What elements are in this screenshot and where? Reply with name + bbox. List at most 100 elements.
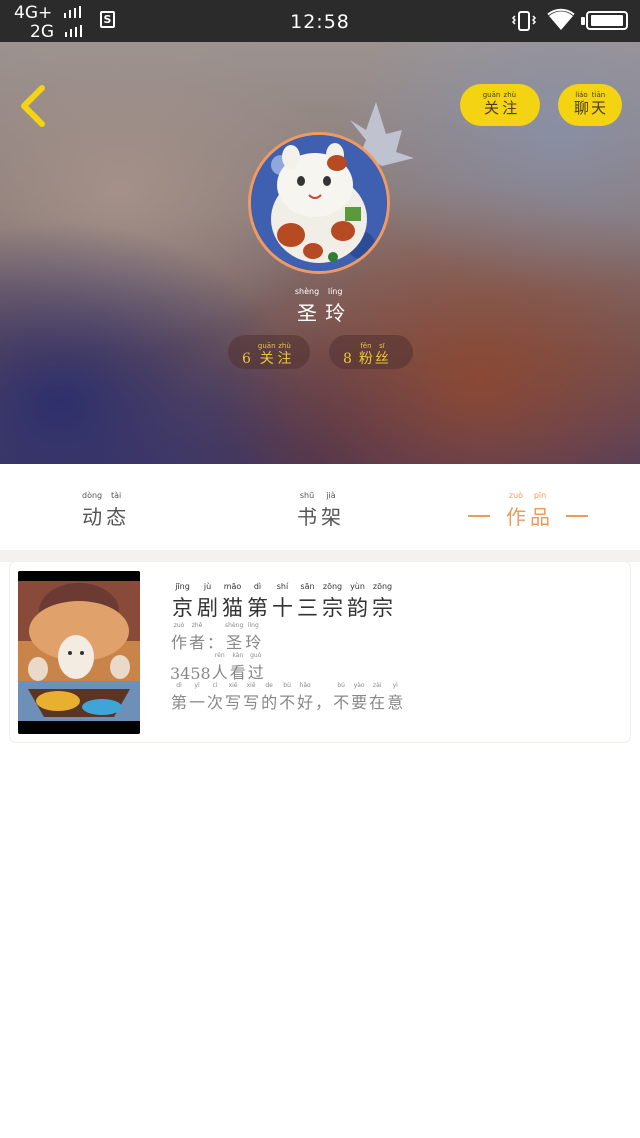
ruby-char: hǎo 好 (297, 682, 313, 713)
follow-button-label: guān 关 zhù 注 (460, 91, 540, 117)
ruby-char: shí 十 (272, 582, 293, 622)
ruby-char: zài 在 (369, 682, 385, 713)
pinyin: sī (379, 342, 385, 350)
wifi-icon (547, 8, 575, 30)
tab-bookshelf[interactable]: shū 书 jià 架 (295, 491, 343, 531)
ruby-char: fěn 粉 (359, 342, 373, 368)
battery-icon (581, 11, 628, 30)
hanzi: 作 (171, 633, 188, 652)
profile-header: guān 关 zhù 注 liáo 聊 tiān 天 shèng 圣 líng 玲 (0, 42, 640, 464)
ruby-char: cì 次 (207, 682, 223, 713)
pinyin: sān (300, 582, 315, 591)
hanzi: 猫 (222, 596, 243, 620)
hanzi: 不 (333, 693, 350, 712)
ruby-char: shū 书 (297, 491, 317, 530)
hanzi: 人 (211, 663, 228, 682)
chat-button[interactable]: liáo 聊 tiān 天 (558, 84, 622, 126)
ruby-char: dì 第 (171, 682, 187, 713)
ruby-char: zōng 宗 (372, 582, 393, 622)
ruby-char: dì 第 (247, 582, 268, 622)
ruby-char: ： (207, 622, 223, 653)
following-count-button[interactable]: 6 guān 关 zhù 注 (228, 335, 310, 369)
hanzi: 宗 (372, 596, 393, 620)
hanzi: 十 (272, 596, 293, 620)
pinyin: dì (253, 582, 262, 591)
ruby-char: líng 玲 (325, 287, 345, 326)
hanzi: 在 (369, 693, 386, 712)
username: shèng 圣 líng 玲 (0, 287, 640, 326)
author-label: zuò 作 zhě 者 ： (170, 622, 224, 653)
back-button[interactable] (14, 84, 54, 128)
hanzi: 玲 (325, 301, 346, 325)
pinyin: líng (247, 622, 259, 629)
ruby-char: yì 意 (387, 682, 403, 713)
pinyin: zhù (278, 342, 291, 350)
hanzi: 宗 (322, 596, 343, 620)
clock: 12:58 (290, 11, 350, 33)
views-label: rén 人 kàn 看 guò 过 (211, 652, 265, 683)
pinyin (315, 682, 331, 689)
ruby-char: ， (315, 682, 331, 713)
pinyin: xiě (228, 682, 238, 689)
pinyin: pǐn (533, 491, 547, 500)
ruby-char: tài 态 (106, 491, 126, 530)
ruby-char: yùn 韵 (347, 582, 368, 622)
ruby-char: bú 不 (333, 682, 349, 713)
pinyin (207, 622, 223, 629)
hanzi: ， (315, 693, 332, 712)
tab-works-label: zuò 作 pǐn 品 (504, 491, 552, 530)
hanzi: 写 (243, 693, 260, 712)
ruby-char: guān 关 (258, 342, 276, 368)
ruby-char: líng 玲 (245, 622, 261, 653)
work-description: dì 第 yī 一 cì 次 xiě 写 xiě 写 de 的 bù 不 hǎo 好 ， bú 不 yào 要 zài 在… (170, 682, 404, 713)
ruby-char: xiě 写 (243, 682, 259, 713)
ruby-char: tiān 天 (591, 91, 606, 117)
hanzi: 次 (207, 693, 224, 712)
pinyin: jià (326, 491, 336, 500)
pinyin: zuò (508, 491, 524, 500)
pinyin: zōng (322, 582, 343, 591)
pinyin: zōng (372, 582, 393, 591)
hanzi: 一 (189, 693, 206, 712)
hanzi: 关 (483, 99, 499, 117)
pinyin: cì (212, 682, 218, 689)
hanzi: 圣 (226, 633, 243, 652)
avatar-image (251, 135, 387, 271)
tab-works[interactable]: zuò 作 pǐn 品 (468, 491, 602, 531)
pinyin: zuò (173, 622, 185, 629)
pinyin: dòng (82, 491, 103, 500)
hanzi: 好 (297, 693, 314, 712)
follow-button[interactable]: guān 关 zhù 注 (460, 84, 540, 126)
ruby-char: sān 三 (297, 582, 318, 622)
hanzi: 剧 (197, 596, 218, 620)
ruby-char: rén 人 (212, 652, 228, 683)
work-card[interactable]: jīng 京 jù 剧 māo 猫 dì 第 shí 十 sān 三 zōng 宗 yùn 韵 zōng 宗 zu… (10, 562, 630, 742)
hanzi: 天 (591, 99, 607, 117)
hanzi: 的 (261, 693, 278, 712)
ruby-char: pǐn 品 (530, 491, 550, 530)
pinyin: māo (223, 582, 242, 591)
hanzi: 丝 (374, 351, 389, 367)
pinyin: tiān (591, 91, 606, 99)
followers-count-button[interactable]: 8 fěn 粉 sī 丝 (329, 335, 413, 369)
pinyin: xiě (246, 682, 256, 689)
work-title: jīng 京 jù 剧 māo 猫 dì 第 shí 十 sān 三 zōng 宗 yùn 韵 zōng 宗 (170, 582, 395, 622)
ruby-char: xiě 写 (225, 682, 241, 713)
hanzi: ： (207, 633, 224, 652)
ruby-char: dòng 动 (82, 491, 102, 530)
ruby-char: kàn 看 (230, 652, 246, 683)
avatar[interactable] (248, 132, 390, 274)
pinyin: yì (392, 682, 398, 689)
work-author: zuò 作 zhě 者 ： shèng 圣 líng 玲 (170, 622, 262, 653)
hanzi: 架 (321, 505, 341, 529)
pinyin: rén (214, 652, 225, 659)
pinyin: liáo (575, 91, 588, 99)
hanzi: 聊 (573, 99, 589, 117)
hanzi: 写 (225, 693, 242, 712)
ruby-char: sī 丝 (375, 342, 389, 368)
tab-active-dash-right (566, 515, 588, 517)
pinyin: bú (337, 682, 345, 689)
tab-dynamic[interactable]: dòng 动 tài 态 (80, 491, 128, 531)
hanzi: 玲 (245, 633, 262, 652)
hanzi: 要 (351, 693, 368, 712)
